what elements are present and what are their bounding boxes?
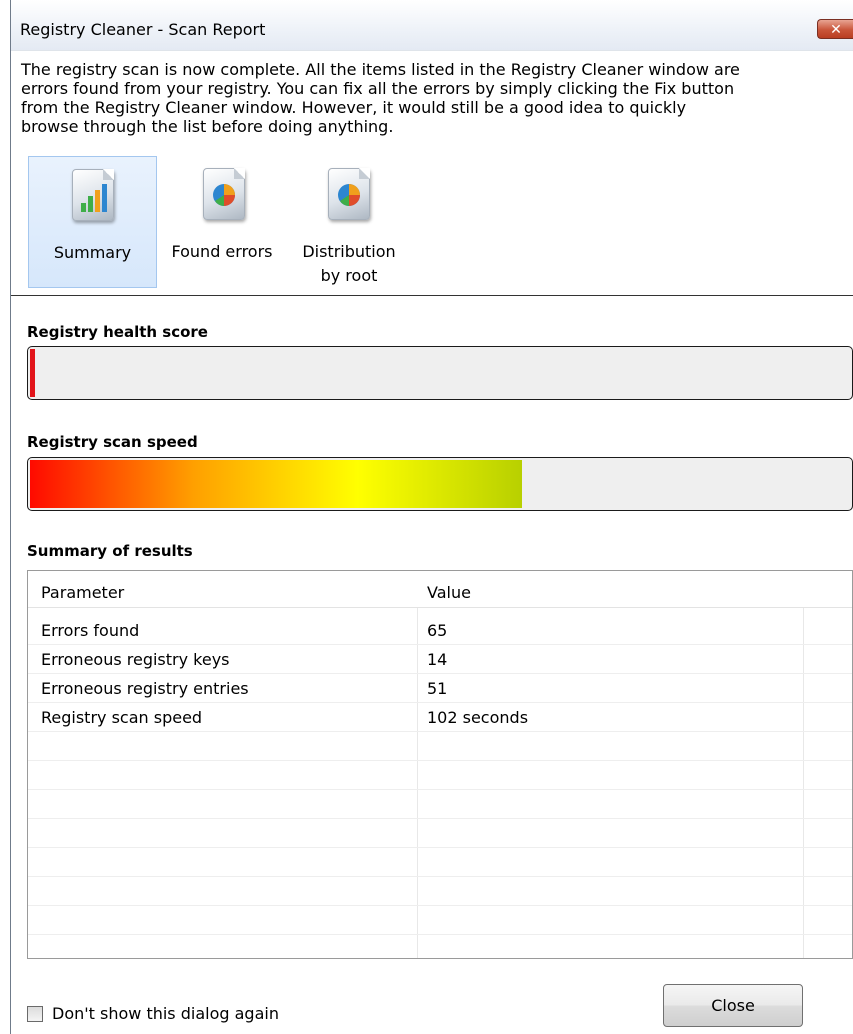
summary-results-label: Summary of results <box>27 542 193 560</box>
scan-report-dialog: Registry Cleaner - Scan Report ✕ The reg… <box>10 0 853 1034</box>
intro-line: The registry scan is now complete. All t… <box>21 60 740 79</box>
parameter-cell: Registry scan speed <box>41 708 203 727</box>
scan-speed-bar <box>27 457 853 511</box>
dont-show-again-label[interactable]: Don't show this dialog again <box>52 1004 279 1023</box>
table-header: Parameter Value <box>28 571 852 608</box>
tab-summary-label: Summary <box>53 243 132 262</box>
parameter-cell: Errors found <box>41 621 140 640</box>
health-score-bar <box>27 346 853 400</box>
tab-summary[interactable]: Summary <box>28 156 157 288</box>
table-row[interactable]: Errors found 65 <box>28 616 852 645</box>
scan-speed-label: Registry scan speed <box>27 433 198 451</box>
empty-table-row <box>28 819 852 848</box>
tab-distribution-label-line2: by root <box>320 266 378 285</box>
column-header-value[interactable]: Value <box>427 583 471 602</box>
close-window-icon[interactable]: ✕ <box>817 19 853 39</box>
tab-distribution-label-line1: Distribution <box>302 242 396 261</box>
health-score-label: Registry health score <box>27 323 208 341</box>
tab-distribution-by-root[interactable]: Distribution by root <box>287 156 411 288</box>
summary-table: Parameter Value Errors found 65 Erroneou… <box>27 570 853 959</box>
column-header-parameter[interactable]: Parameter <box>41 583 124 602</box>
empty-table-row <box>28 732 852 761</box>
pie-chart-document-icon <box>328 168 370 220</box>
bar-chart-document-icon <box>72 169 114 221</box>
empty-table-row <box>28 761 852 790</box>
dont-show-again-checkbox[interactable] <box>27 1006 43 1022</box>
tab-found-errors-label: Found errors <box>171 242 273 261</box>
value-cell: 51 <box>427 679 448 698</box>
parameter-cell: Erroneous registry entries <box>41 679 249 698</box>
close-button[interactable]: Close <box>663 984 803 1027</box>
intro-line: browse through the list before doing any… <box>21 117 394 136</box>
intro-text: The registry scan is now complete. All t… <box>21 60 853 136</box>
title-bar: Registry Cleaner - Scan Report ✕ <box>11 0 853 51</box>
section-divider <box>11 295 853 296</box>
window-title: Registry Cleaner - Scan Report <box>20 20 266 39</box>
empty-table-row <box>28 790 852 819</box>
tab-found-errors[interactable]: Found errors <box>157 156 287 288</box>
intro-line: errors found from your registry. You can… <box>21 79 735 98</box>
parameter-cell: Erroneous registry keys <box>41 650 230 669</box>
value-cell: 14 <box>427 650 448 669</box>
empty-table-row <box>28 877 852 906</box>
value-cell: 65 <box>427 621 448 640</box>
value-cell: 102 seconds <box>427 708 529 727</box>
empty-table-row <box>28 906 852 935</box>
table-row[interactable]: Registry scan speed 102 seconds <box>28 703 852 732</box>
intro-line: from the Registry Cleaner window. Howeve… <box>21 98 687 117</box>
empty-table-row <box>28 848 852 877</box>
health-score-fill <box>30 349 35 397</box>
scan-speed-fill <box>30 460 522 508</box>
pie-chart-document-icon <box>203 168 245 220</box>
table-row[interactable]: Erroneous registry keys 14 <box>28 645 852 674</box>
table-row[interactable]: Erroneous registry entries 51 <box>28 674 852 703</box>
